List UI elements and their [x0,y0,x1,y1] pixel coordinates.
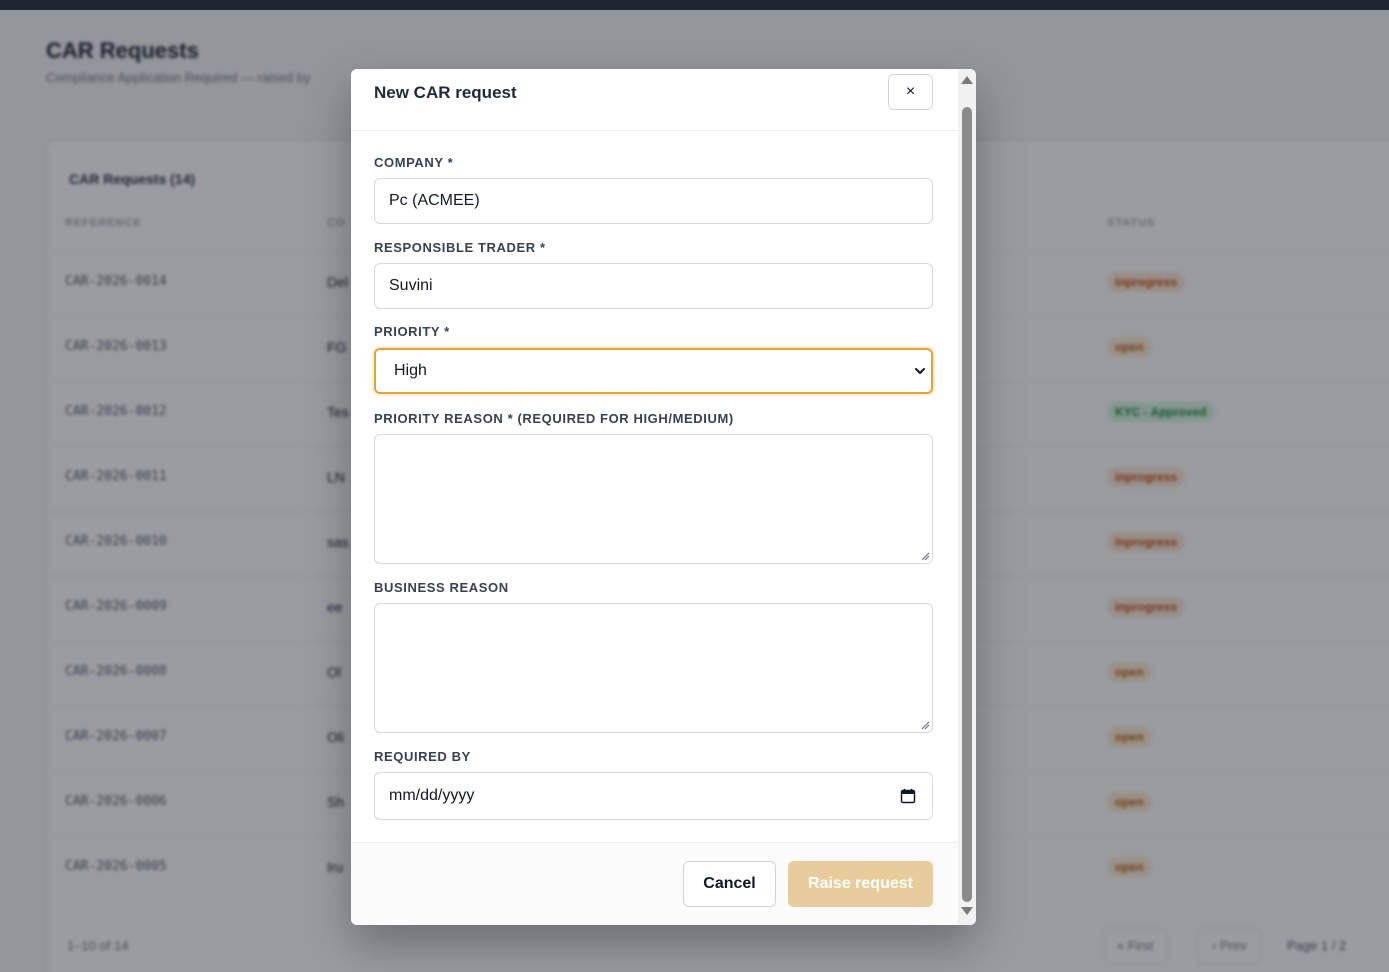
company-value: Pc (ACMEE) [389,192,480,209]
required-by-label: REQUIRED BY [374,749,471,764]
priority-label: PRIORITY * [374,324,450,339]
required-by-placeholder: mm/dd/yyyy [389,787,475,804]
responsible-trader-input[interactable]: Suvini [374,263,933,309]
scroll-down-arrow-icon[interactable] [961,907,973,915]
modal-scrollbar[interactable] [958,69,976,925]
responsible-trader-value: Suvini [389,277,433,294]
business-reason-textarea[interactable] [374,603,933,733]
modal-footer: Cancel Raise request [351,842,958,925]
resize-handle-icon[interactable] [920,551,930,561]
priority-selected-value: High [394,362,427,379]
priority-reason-textarea[interactable] [374,434,933,564]
priority-select[interactable]: High [374,348,933,394]
required-by-date-input[interactable]: mm/dd/yyyy [374,772,933,820]
resize-handle-icon[interactable] [920,720,930,730]
business-reason-label: BUSINESS REASON [374,580,509,595]
cancel-button[interactable]: Cancel [683,861,776,907]
scroll-up-arrow-icon[interactable] [961,76,973,84]
raise-request-button[interactable]: Raise request [788,861,933,907]
close-icon: × [905,83,916,100]
calendar-icon[interactable] [900,788,916,804]
modal-header: New CAR request × [351,69,958,131]
scrollbar-thumb[interactable] [962,107,972,902]
close-button[interactable]: × [888,74,933,110]
responsible-trader-label: RESPONSIBLE TRADER * [374,240,546,255]
modal-title: New CAR request [374,83,517,102]
new-car-request-modal: New CAR request × COMPANY * Pc (ACMEE) R… [351,69,976,925]
company-input[interactable]: Pc (ACMEE) [374,178,933,224]
chevron-down-icon [915,368,925,374]
company-label: COMPANY * [374,155,454,170]
priority-reason-label: PRIORITY REASON * (REQUIRED FOR HIGH/MED… [374,411,734,426]
